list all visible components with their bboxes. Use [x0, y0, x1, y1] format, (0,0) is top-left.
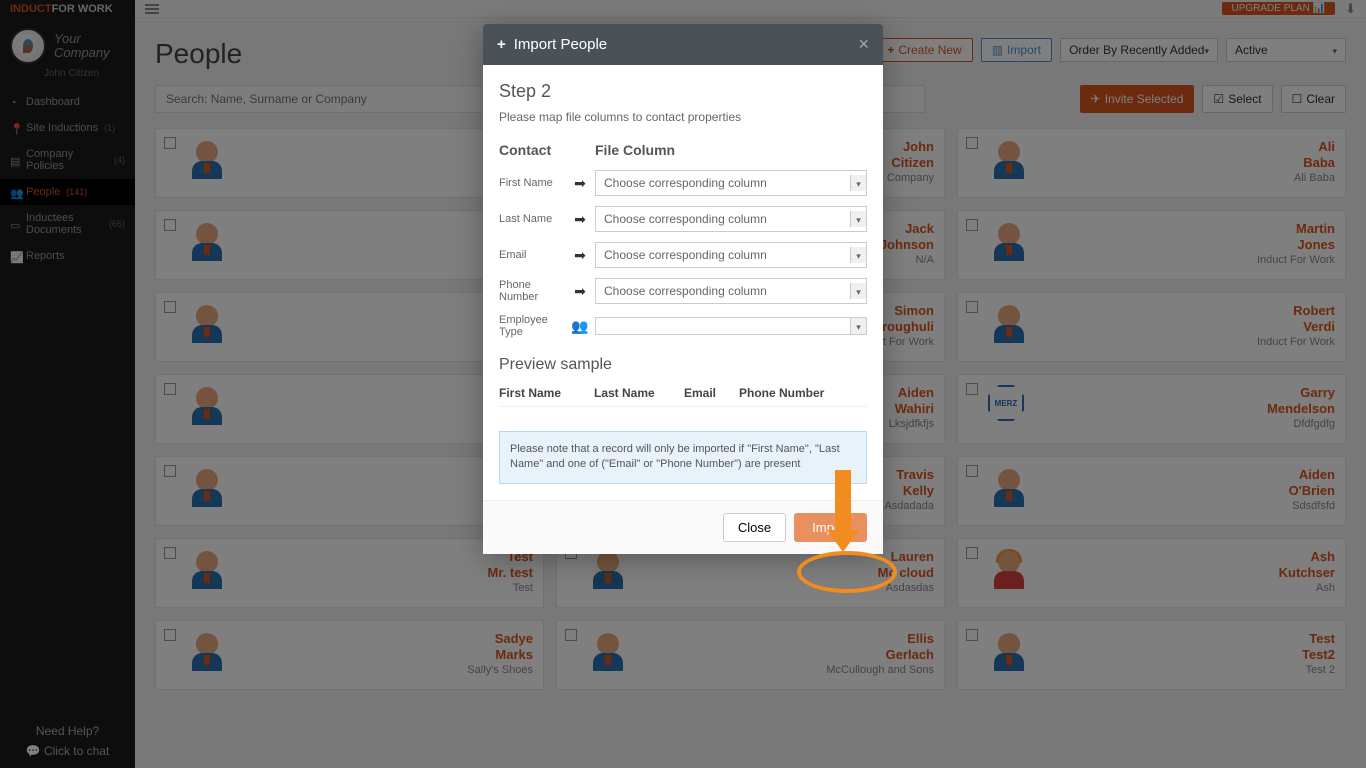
step-title: Step 2 [499, 81, 867, 102]
email-column-select[interactable]: Choose corresponding column [595, 242, 867, 268]
modal-header: Import People × [483, 24, 883, 65]
phone-column-select[interactable]: Choose corresponding column [595, 278, 867, 304]
employee-type-select[interactable] [595, 317, 867, 335]
lastname-column-select[interactable]: Choose corresponding column [595, 206, 867, 232]
modal-close-button[interactable]: × [858, 34, 869, 55]
close-button[interactable]: Close [723, 513, 786, 542]
firstname-column-select[interactable]: Choose corresponding column [595, 170, 867, 196]
arrow-right-icon: ➡ [565, 247, 595, 264]
arrow-right-icon: ➡ [565, 283, 595, 300]
map-row-employee-type: EmployeeType 👥 [499, 314, 867, 338]
column-contact-header: Contact [499, 142, 595, 158]
annotation-circle [797, 551, 897, 593]
arrow-right-icon: ➡ [565, 175, 595, 192]
import-people-modal: Import People × Step 2 Please map file c… [483, 24, 883, 554]
column-file-header: File Column [595, 142, 675, 158]
preview-sample-title: Preview sample [499, 356, 867, 374]
plus-icon [497, 36, 506, 53]
modal-footer: Close Import [483, 500, 883, 554]
annotation-arrow [833, 470, 853, 550]
map-row-lastname: Last Name ➡ Choose corresponding column [499, 206, 867, 232]
modal-title: Import People [514, 36, 607, 53]
arrow-right-icon: ➡ [565, 211, 595, 228]
preview-table-header: First Name Last Name Email Phone Number [499, 386, 867, 407]
map-row-firstname: First Name ➡ Choose corresponding column [499, 170, 867, 196]
step-description: Please map file columns to contact prope… [499, 110, 867, 124]
import-note: Please note that a record will only be i… [499, 431, 867, 484]
map-row-email: Email ➡ Choose corresponding column [499, 242, 867, 268]
map-row-phone: PhoneNumber ➡ Choose corresponding colum… [499, 278, 867, 304]
users-icon: 👥 [565, 318, 595, 335]
